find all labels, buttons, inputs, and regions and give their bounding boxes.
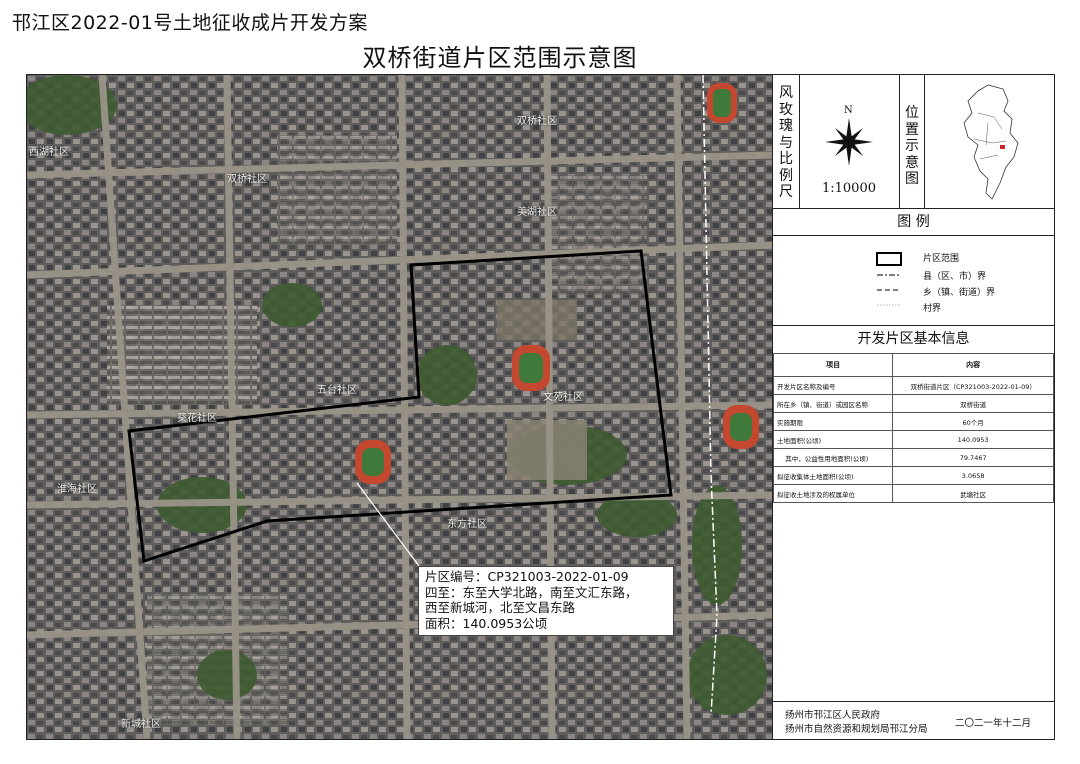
table-header: 内容: [892, 353, 1054, 377]
scale-label: 1:10000: [821, 181, 876, 196]
area-callout: 片区编号：CP321003-2022-01-09 四至：东至大学北路，南至文汇东…: [418, 566, 674, 636]
map-label: 葵花社区: [177, 413, 217, 424]
footer-org-1: 扬州市邗江区人民政府: [785, 710, 881, 721]
table-cell-item: 拟征收集体土地面积(公顷): [772, 466, 894, 485]
legend-symbols: [876, 252, 902, 306]
legend-title: 图 例: [773, 209, 1054, 236]
table-cell-value: 武塘社区: [892, 484, 1054, 503]
table-cell-item: 所在乡（镇、街道）或园区名称: [772, 394, 894, 413]
location-map-icon: [963, 84, 1019, 200]
table-cell-item: 其中，公益性用地面积(公顷): [772, 448, 894, 467]
callout-area: 面积：140.0953公顷: [425, 615, 548, 631]
table-header: 项目: [772, 353, 894, 377]
legend-item-village: 村界: [923, 304, 942, 314]
table-cell-value: 双桥街道: [892, 394, 1054, 413]
info-title: 开发片区基本信息: [773, 325, 1054, 354]
map-label: 文苑社区: [543, 392, 583, 403]
table-row: 其中，公益性用地面积(公顷) 79.7467: [772, 448, 1054, 467]
table-header-row: 项目 内容: [772, 353, 1054, 377]
table-cell-value: 3.0658: [892, 466, 1054, 485]
callout-code: 片区编号：CP321003-2022-01-09: [425, 569, 629, 584]
callout-bounds-1: 四至：东至大学北路，南至文汇东路，: [425, 584, 638, 600]
footer-divider: [773, 701, 1054, 702]
table-cell-item: 实施期限: [772, 412, 894, 431]
side-panel: 风玫瑰与比例尺 N 1:10000 位置示意图 图 例 片区范围 县（区、市）界…: [772, 74, 1055, 740]
north-label: N: [844, 105, 853, 116]
table-cell-value: 140.0953: [892, 430, 1054, 449]
location-label: 位置示意图: [905, 105, 919, 187]
table-row: 拟征收土地涉及的权属单位 武塘社区: [772, 484, 1054, 503]
table-row: 所在乡（镇、街道）或园区名称 双桥街道: [772, 394, 1054, 413]
footer-org-2: 扬州市自然资源和规划局邗江分局: [785, 724, 928, 735]
map-label: 双桥社区: [227, 174, 267, 185]
legend-item-township: 乡（镇、街道）界: [923, 288, 996, 298]
table-row: 开发片区名称及编号 双桥街道片区（CP321003-2022-01-09）: [772, 376, 1054, 395]
legend-item-county: 县（区、市）界: [923, 272, 987, 282]
table-cell-value: 60个月: [892, 412, 1054, 431]
aerial-image: [27, 75, 773, 739]
table-row: 实施期限 60个月: [772, 412, 1054, 431]
map-label: 五台社区: [317, 385, 357, 396]
divider: [899, 75, 900, 209]
table-cell-item: 拟征收土地涉及的权属单位: [772, 484, 894, 503]
legend-item-area: 片区范围: [923, 254, 960, 264]
table-cell-value: 双桥街道片区（CP321003-2022-01-09）: [892, 376, 1054, 395]
table-cell-item: 土地面积(公顷): [772, 430, 894, 449]
table-cell-item: 开发片区名称及编号: [772, 376, 894, 395]
table-cell-value: 79.7467: [892, 448, 1054, 467]
footer-date: 二〇二一年十二月: [955, 718, 1032, 729]
map-label: 美湖社区: [517, 207, 557, 218]
document-title: 邗江区2022-01号土地征收成片开发方案: [12, 12, 368, 34]
map-label: 东方社区: [447, 519, 487, 530]
divider: [924, 75, 925, 209]
aerial-map[interactable]: 双桥社区 西湖社区 双桥社区 美湖社区 五台社区 葵花社区 淮海社区 文苑社区 …: [26, 74, 774, 740]
table-row: 土地面积(公顷) 140.0953: [772, 430, 1054, 449]
compass-rose-icon: [825, 118, 873, 166]
compass-label: 风玫瑰与比例尺: [779, 85, 793, 200]
info-table: 项目 内容 开发片区名称及编号 双桥街道片区（CP321003-2022-01-0…: [772, 353, 1054, 503]
map-label: 西湖社区: [29, 147, 69, 158]
map-label: 淮海社区: [57, 484, 97, 495]
map-label: 双桥社区: [517, 116, 557, 127]
map-label: 新城社区: [121, 719, 161, 730]
callout-bounds-2: 西至新城河，北至文昌东路: [425, 600, 576, 615]
table-row: 拟征收集体土地面积(公顷) 3.0658: [772, 466, 1054, 485]
map-subtitle: 双桥街道片区范围示意图: [362, 44, 638, 72]
